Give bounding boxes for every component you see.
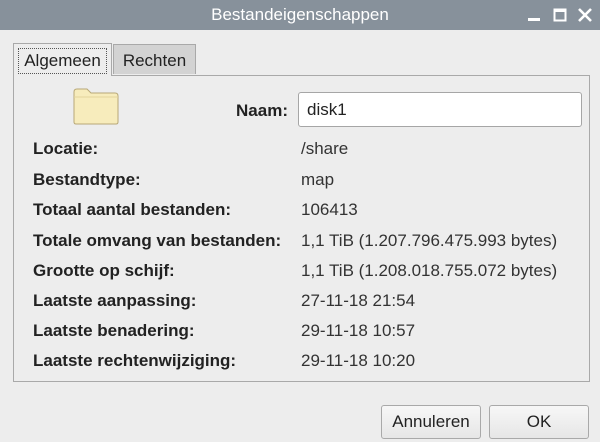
close-icon[interactable]: [576, 6, 594, 24]
tab-rechten[interactable]: Rechten: [113, 44, 196, 74]
filetype-label: Bestandtype:: [33, 170, 141, 189]
tab-algemeen[interactable]: Algemeen: [13, 43, 112, 76]
location-label: Locatie:: [33, 139, 99, 158]
name-label: Naam:: [236, 101, 288, 120]
filetype-value: map: [301, 170, 335, 189]
file-count-value: 106413: [301, 200, 358, 219]
tab-algemeen-label: Algemeen: [18, 48, 107, 74]
location-value: /share: [301, 139, 349, 158]
name-input[interactable]: disk1: [298, 92, 582, 127]
last-accessed-value: 29-11-18 10:57: [301, 321, 416, 340]
last-accessed-label: Laatste benadering:: [33, 321, 195, 340]
total-size-value: 1,1 TiB (1.207.796.475.993 bytes): [301, 231, 558, 250]
disk-size-value: 1,1 TiB (1.208.018.755.072 bytes): [301, 261, 558, 280]
ok-button[interactable]: OK: [489, 405, 589, 439]
last-modified-label: Laatste aanpassing:: [33, 291, 197, 310]
maximize-icon[interactable]: [551, 6, 569, 24]
cancel-button[interactable]: Annuleren: [381, 405, 481, 439]
disk-size-label: Grootte op schijf:: [33, 261, 175, 280]
last-permission-change-value: 29-11-18 10:20: [301, 351, 416, 370]
window-title: Bestandeigenschappen: [211, 5, 389, 24]
last-modified-value: 27-11-18 21:54: [301, 291, 416, 310]
minimize-icon[interactable]: [525, 6, 543, 24]
last-permission-change-label: Laatste rechtenwijziging:: [33, 351, 237, 370]
title-bar: Bestandeigenschappen: [0, 0, 600, 30]
folder-icon: [73, 87, 119, 125]
file-count-label: Totaal aantal bestanden:: [33, 200, 232, 219]
total-size-label: Totale omvang van bestanden:: [33, 231, 282, 250]
